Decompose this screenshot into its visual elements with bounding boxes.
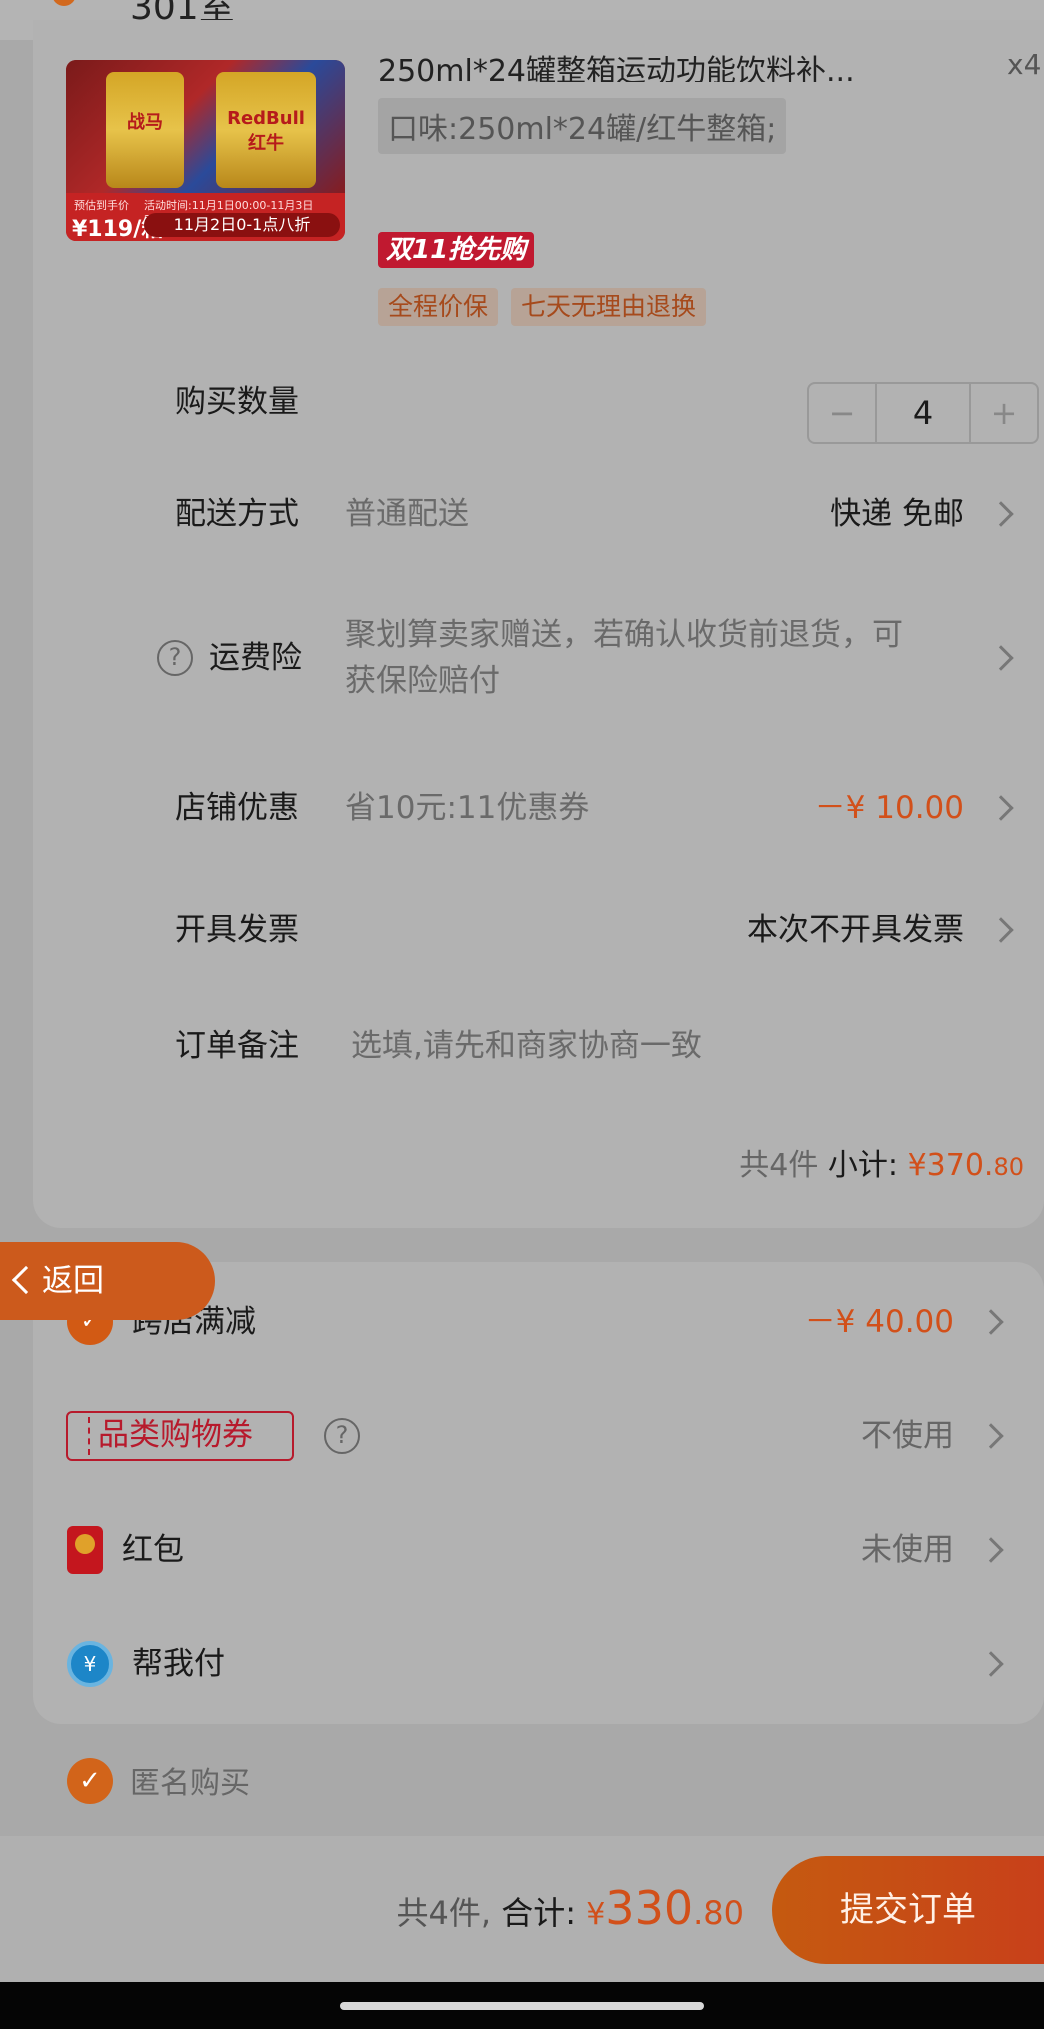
product-quantity-badge: x4 <box>1007 48 1042 81</box>
can-left: 战马 <box>106 72 184 188</box>
can-left-brand: 战马 <box>127 112 163 133</box>
subtotal-yen: ¥ <box>907 1148 927 1183</box>
invoice-row[interactable]: 开具发票 本次不开具发票 <box>33 900 1044 960</box>
note-input[interactable]: 选填,请先和商家协商一致 <box>351 1016 702 1076</box>
bottom-bar: 共4件, 合计: ¥330.80 提交订单 <box>0 1836 1044 1982</box>
category-coupon-label: 品类购物券 <box>66 1411 294 1461</box>
anonymous-label: 匿名购买 <box>130 1766 250 1801</box>
price-badge: 预估到手价 ¥119/箱 活动时间:11月1日00:00-11月3日23:59 … <box>66 193 345 241</box>
chevron-right-icon <box>978 1423 1004 1449</box>
service-tag-return: 七天无理由退换 <box>511 288 707 326</box>
delivery-value: 快递 免邮 <box>830 496 964 532</box>
sale-tag: 11月2日0-1点八折 <box>144 213 340 237</box>
delivery-row[interactable]: 配送方式 普通配送 快递 免邮 <box>33 484 1044 544</box>
quantity-value[interactable]: 4 <box>875 384 971 442</box>
category-coupon-value: 不使用 <box>861 1418 954 1454</box>
order-card: 战马 RedBull 红牛 预估到手价 ¥119/箱 活动时间:11月1日00:… <box>33 20 1044 1228</box>
freight-insurance-row[interactable]: ? 运费险 聚划算卖家赠送，若确认收货前退货，可 获保险赔付 <box>33 617 1044 728</box>
system-nav-bar <box>0 1982 1044 2029</box>
cross-store-value: －¥ 40.00 <box>804 1304 954 1340</box>
location-icon <box>52 0 76 6</box>
product-image[interactable]: 战马 RedBull 红牛 预估到手价 ¥119/箱 活动时间:11月1日00:… <box>66 60 345 241</box>
home-indicator[interactable] <box>340 2002 704 2010</box>
can-right: RedBull 红牛 <box>216 72 316 188</box>
red-packet-value: 未使用 <box>861 1532 954 1568</box>
note-label: 订单备注 <box>175 1028 299 1064</box>
can-right-brand: RedBull 红牛 <box>227 108 305 154</box>
subtotal-label: 小计: <box>827 1148 899 1183</box>
store-discount-row[interactable]: 店铺优惠 省10元:11优惠券 －¥ 10.00 <box>33 778 1044 838</box>
decrease-button[interactable]: − <box>809 384 875 442</box>
service-tag-price-protect: 全程价保 <box>378 288 499 326</box>
yuan-icon: ¥ <box>67 1641 113 1687</box>
delivery-label: 配送方式 <box>175 496 299 532</box>
chevron-right-icon <box>978 1651 1004 1677</box>
freight-insurance-desc-2: 获保险赔付 <box>345 663 500 699</box>
increase-button[interactable]: + <box>971 384 1037 442</box>
total-yen: ¥ <box>586 1897 606 1932</box>
invoice-value: 本次不开具发票 <box>747 912 964 948</box>
chevron-right-icon <box>988 645 1014 671</box>
chevron-left-icon <box>11 1265 41 1295</box>
quantity-stepper[interactable]: − 4 + <box>807 382 1039 444</box>
chevron-right-icon <box>978 1309 1004 1335</box>
chevron-right-icon <box>988 917 1014 943</box>
subtotal: 共4件 小计: ¥370.80 <box>739 1140 1024 1184</box>
back-label: 返回 <box>42 1263 104 1299</box>
quantity-label: 购买数量 <box>175 384 299 420</box>
pay-for-me-label: 帮我付 <box>132 1646 225 1682</box>
store-discount-value: －¥ 10.00 <box>814 790 964 826</box>
order-total: 共4件, 合计: ¥330.80 <box>397 1881 744 1935</box>
freight-insurance-label: 运费险 <box>209 640 302 676</box>
freight-insurance-desc-1: 聚划算卖家赠送，若确认收货前退货，可 <box>345 617 903 653</box>
subtotal-int: 370. <box>926 1148 994 1183</box>
help-icon[interactable]: ? <box>324 1418 360 1454</box>
back-button[interactable]: 返回 <box>0 1242 215 1320</box>
pay-for-me-row[interactable]: ¥ 帮我付 <box>0 1634 1044 1694</box>
delivery-method: 普通配送 <box>345 496 469 532</box>
total-count: 共4件, <box>396 1894 492 1932</box>
store-discount-label: 店铺优惠 <box>175 790 299 826</box>
chevron-right-icon <box>988 501 1014 527</box>
double11-promo-tag: 双11抢先购 <box>378 232 535 268</box>
note-row[interactable]: 订单备注 选填,请先和商家协商一致 <box>33 1016 1044 1076</box>
product-title[interactable]: 250ml*24罐整箱运动功能饮料补... <box>378 46 898 82</box>
red-packet-icon <box>67 1526 103 1574</box>
store-coupon-desc: 省10元:11优惠券 <box>345 790 590 826</box>
anonymous-checkbox[interactable]: ✓ <box>67 1758 113 1804</box>
help-icon[interactable]: ? <box>157 640 193 676</box>
total-int: 330 <box>605 1881 694 1935</box>
chevron-right-icon <box>988 795 1014 821</box>
red-packet-row[interactable]: 红包 未使用 <box>0 1520 1044 1580</box>
product-spec: 口味:250ml*24罐/红牛整箱; <box>378 98 787 154</box>
subtotal-count: 共4件 <box>739 1148 819 1183</box>
submit-order-button[interactable]: 提交订单 <box>772 1856 1044 1964</box>
chevron-right-icon <box>978 1537 1004 1563</box>
category-coupon-row[interactable]: 品类购物券 ? 不使用 <box>0 1406 1044 1466</box>
discount-card: ✓ 跨店满减 －¥ 40.00 品类购物券 ? 不使用 红包 未使用 ¥ 帮我付 <box>33 1262 1044 1724</box>
invoice-label: 开具发票 <box>175 912 299 948</box>
total-dec: .80 <box>693 1894 744 1932</box>
red-packet-label: 红包 <box>122 1532 184 1568</box>
total-label: 合计: <box>501 1894 577 1932</box>
subtotal-dec: 80 <box>993 1153 1024 1181</box>
